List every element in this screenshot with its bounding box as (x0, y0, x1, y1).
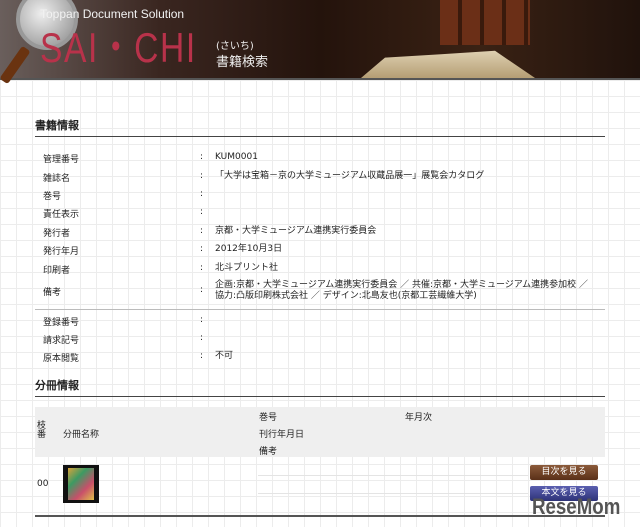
info-colon: : (200, 189, 204, 199)
view-toc-button[interactable]: 目次を見る (530, 465, 598, 480)
info-value: 「大学は宝箱－京の大学ミュージアム収蔵品展一」展覧会カタログ (215, 171, 485, 181)
info-colon: : (200, 244, 204, 254)
info-label: 発行者 (43, 229, 71, 239)
col-name: 分冊名称 (63, 430, 100, 440)
info-colon: : (200, 171, 204, 181)
info-colon: : (200, 351, 204, 361)
info-colon: : (200, 207, 204, 217)
volume-table-header: 枝番 分冊名称 巻号 刊行年月日 備考 年月次 (35, 407, 605, 457)
info-colon: : (200, 152, 204, 162)
col-date: 刊行年月日 (259, 430, 305, 440)
info-label: 発行年月 (43, 247, 80, 257)
volume-info-heading: 分冊情報 (35, 379, 79, 392)
open-book-image (361, 50, 535, 78)
watermark: ReseMom (532, 494, 621, 519)
info-label: 登録番号 (43, 318, 80, 328)
info-colon: : (200, 226, 204, 236)
info-value: 京都・大学ミュージアム連携実行委員会 (215, 226, 377, 236)
book-info-heading: 書籍情報 (35, 119, 79, 132)
info-value: 企画:京都・大学ミュージアム連携実行委員会 ／ 共催:京都・大学ミュージアム連携… (215, 280, 589, 301)
info-colon: : (200, 263, 204, 273)
col-note: 備考 (259, 447, 278, 457)
header-subtitle: Toppan Document Solution (40, 7, 185, 21)
branch-number: 00 (37, 479, 49, 489)
info-label: 印刷者 (43, 266, 71, 276)
col-branch: 枝番 (37, 421, 47, 440)
info-label: 雑誌名 (43, 174, 71, 184)
info-label: 原本閲覧 (43, 354, 80, 364)
info-colon: : (200, 285, 204, 295)
site-header: Toppan Document Solution SAI・CHI (さいち) 書… (0, 0, 640, 85)
col-volume: 巻号 (259, 413, 278, 423)
logo-kana: (さいち) (216, 41, 254, 52)
info-label: 管理番号 (43, 155, 80, 165)
header-title: 書籍検索 (216, 55, 269, 70)
info-colon: : (200, 333, 204, 343)
divider (35, 136, 605, 137)
info-label: 備考 (43, 288, 62, 298)
info-label: 請求記号 (43, 336, 80, 346)
col-yearmonth: 年月次 (405, 413, 433, 423)
cover-thumbnail[interactable] (63, 465, 99, 503)
divider (35, 515, 605, 517)
info-value: 不可 (215, 351, 234, 361)
divider (258, 493, 528, 494)
info-value: KUM0001 (215, 152, 258, 162)
logo[interactable]: SAI・CHI (40, 25, 197, 71)
info-colon: : (200, 315, 204, 325)
info-value: 2012年10月3日 (215, 244, 283, 254)
info-label: 責任表示 (43, 210, 80, 220)
magnifier-handle-icon (0, 45, 31, 85)
info-label: 巻号 (43, 192, 62, 202)
divider (35, 396, 605, 397)
divider (258, 475, 528, 476)
info-value: 北斗プリント社 (215, 263, 279, 273)
book-spines-image (440, 0, 530, 45)
divider (35, 309, 605, 310)
